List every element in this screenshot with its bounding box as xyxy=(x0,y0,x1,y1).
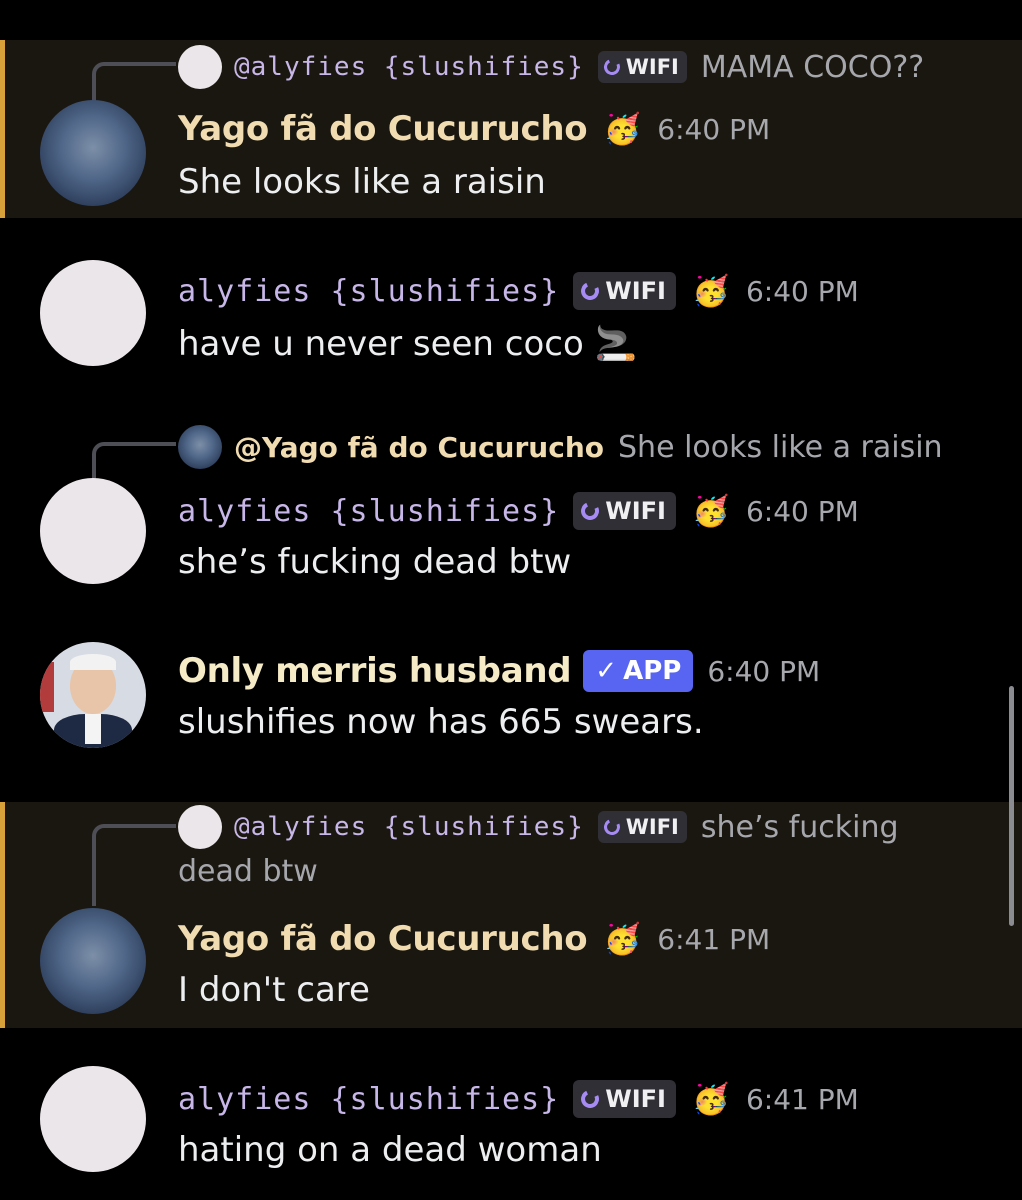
reply-author[interactable]: @alyfies {slushifies} xyxy=(234,812,584,842)
avatar[interactable] xyxy=(40,642,146,748)
wifi-tag: WIFI xyxy=(573,1080,676,1118)
message-highlighted[interactable]: @alyfies {slushifies} WIFI MAMA COCO?? Y… xyxy=(0,40,1022,218)
reply-text-continued: dead btw xyxy=(178,854,318,889)
crescent-moon-icon xyxy=(578,279,602,303)
message-text: she’s fucking dead btw xyxy=(178,542,572,582)
message-header: alyfies {slushifies} WIFI 🥳 6:41 PM xyxy=(178,1074,859,1124)
party-character-icon: 🥳 xyxy=(603,111,641,147)
author-name[interactable]: Only merris husband xyxy=(178,651,572,691)
reply-spine xyxy=(92,442,176,482)
message-header: alyfies {slushifies} WIFI 🥳 6:40 PM xyxy=(178,486,859,536)
avatar[interactable] xyxy=(40,478,146,584)
message-text: hating on a dead woman xyxy=(178,1130,602,1170)
message-text: have u never seen coco 🚬 xyxy=(178,324,637,364)
message-header: Only merris husband ✓ APP 6:40 PM xyxy=(178,646,820,696)
wifi-tag: WIFI xyxy=(597,811,687,843)
reply-spine xyxy=(92,824,176,906)
cigarette-emoji: 🚬 xyxy=(594,324,637,364)
timestamp: 6:40 PM xyxy=(707,654,821,688)
timestamp: 6:40 PM xyxy=(745,494,859,528)
author-name[interactable]: Yago fã do Cucurucho xyxy=(178,919,588,959)
avatar[interactable] xyxy=(40,908,146,1014)
author-name[interactable]: alyfies {slushifies} xyxy=(178,1082,559,1117)
message[interactable]: alyfies {slushifies} WIFI 🥳 6:40 PM have… xyxy=(0,250,1022,380)
avatar-flag xyxy=(40,662,54,712)
reply-text: she’s fucking xyxy=(700,809,899,845)
app-tag: ✓ APP xyxy=(583,650,694,692)
reply-author[interactable]: @Yago fã do Cucurucho xyxy=(234,431,604,464)
reply-avatar xyxy=(178,45,222,89)
avatar-shirt xyxy=(85,714,101,744)
author-name[interactable]: alyfies {slushifies} xyxy=(178,494,559,529)
timestamp: 6:40 PM xyxy=(745,274,859,308)
reply-preview[interactable]: @alyfies {slushifies} WIFI MAMA COCO?? xyxy=(178,42,924,92)
message[interactable]: Only merris husband ✓ APP 6:40 PM slushif… xyxy=(0,630,1022,770)
checkmark-icon: ✓ xyxy=(595,656,618,686)
avatar[interactable] xyxy=(40,100,146,206)
party-character-icon: 🥳 xyxy=(603,921,641,957)
reply-author[interactable]: @alyfies {slushifies} xyxy=(234,52,584,82)
message[interactable]: @Yago fã do Cucurucho She looks like a r… xyxy=(0,420,1022,595)
timestamp: 6:40 PM xyxy=(657,112,771,146)
avatar[interactable] xyxy=(40,1066,146,1172)
crescent-moon-icon xyxy=(578,499,602,523)
avatar-hair xyxy=(70,654,116,670)
reply-spine xyxy=(92,62,176,102)
wifi-tag: WIFI xyxy=(573,492,676,530)
wifi-tag: WIFI xyxy=(573,272,676,310)
reply-avatar xyxy=(178,425,222,469)
author-name[interactable]: alyfies {slushifies} xyxy=(178,274,559,309)
crescent-moon-icon xyxy=(601,816,622,838)
crescent-moon-icon xyxy=(578,1087,602,1111)
reply-avatar xyxy=(178,805,222,849)
message-header: alyfies {slushifies} WIFI 🥳 6:40 PM xyxy=(178,266,859,316)
message-text: She looks like a raisin xyxy=(178,162,546,202)
scrollbar[interactable] xyxy=(1009,686,1014,926)
timestamp: 6:41 PM xyxy=(657,922,771,956)
party-character-icon: 🥳 xyxy=(692,273,730,309)
author-name[interactable]: Yago fã do Cucurucho xyxy=(178,109,588,149)
party-character-icon: 🥳 xyxy=(692,1081,730,1117)
reply-text: She looks like a raisin xyxy=(618,429,943,465)
message-header: Yago fã do Cucurucho 🥳 6:41 PM xyxy=(178,914,770,964)
wifi-tag: WIFI xyxy=(597,51,687,83)
message-highlighted[interactable]: @alyfies {slushifies} WIFI she’s fucking… xyxy=(0,802,1022,1028)
reply-text: MAMA COCO?? xyxy=(700,49,925,85)
avatar[interactable] xyxy=(40,260,146,366)
reply-preview[interactable]: @alyfies {slushifies} WIFI she’s fucking xyxy=(178,802,899,852)
party-character-icon: 🥳 xyxy=(692,493,730,529)
message-text-content: have u never seen coco xyxy=(178,324,584,364)
reply-preview[interactable]: @Yago fã do Cucurucho She looks like a r… xyxy=(178,422,943,472)
message-text: slushifies now has 665 swears. xyxy=(178,702,704,742)
crescent-moon-icon xyxy=(601,56,622,78)
timestamp: 6:41 PM xyxy=(745,1082,859,1116)
message-text: I don't care xyxy=(178,970,370,1010)
message-header: Yago fã do Cucurucho 🥳 6:40 PM xyxy=(178,104,770,154)
message[interactable]: alyfies {slushifies} WIFI 🥳 6:41 PM hati… xyxy=(0,1058,1022,1200)
